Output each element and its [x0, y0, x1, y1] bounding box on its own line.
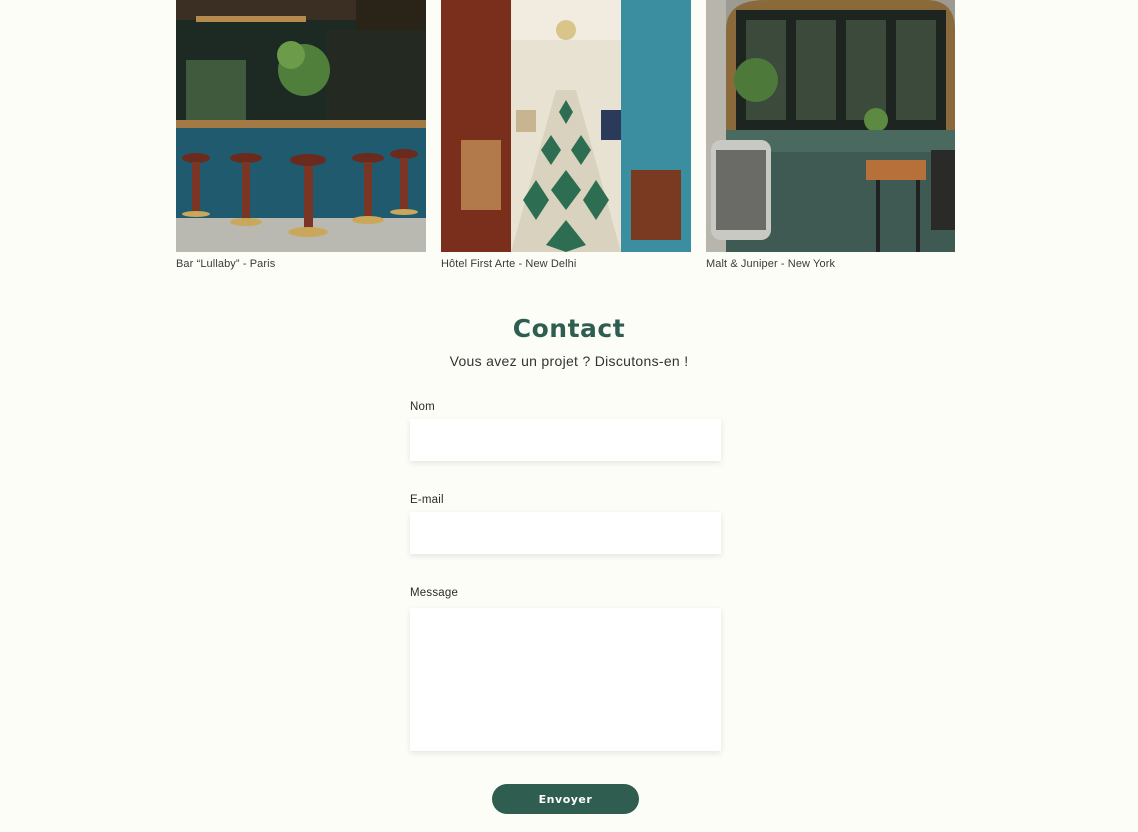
project-gallery: Bar “Lullaby” - Paris Hôtel First Arte -… [176, 0, 956, 280]
gallery-card-malt-juniper[interactable]: Malt & Juniper - New York [706, 0, 955, 270]
gallery-card-bar-lullaby[interactable]: Bar “Lullaby” - Paris [176, 0, 426, 270]
name-input[interactable] [410, 419, 721, 461]
hotel-dining-hall-photo[interactable] [441, 0, 691, 252]
gallery-caption: Malt & Juniper - New York [706, 258, 836, 270]
bar-interior-photo[interactable] [176, 0, 426, 252]
email-field-label: E-mail [410, 494, 444, 506]
contact-title: Contact [512, 314, 626, 343]
hotel-dining-hall-image [441, 0, 691, 252]
bar-terrace-photo[interactable] [706, 0, 955, 252]
bar-terrace-image [706, 0, 955, 252]
message-field-label: Message [410, 587, 459, 599]
bar-interior-image [176, 0, 426, 252]
name-field-label: Nom [410, 401, 435, 413]
gallery-card-hotel-first-arte[interactable]: Hôtel First Arte - New Delhi [441, 0, 691, 270]
contact-subtitle: Vous avez un projet ? Discutons-en ! [449, 353, 689, 369]
gallery-caption: Bar “Lullaby” - Paris [176, 258, 276, 270]
gallery-caption: Hôtel First Arte - New Delhi [441, 258, 577, 270]
message-textarea[interactable] [410, 608, 721, 751]
email-input[interactable] [410, 512, 721, 554]
submit-button[interactable]: Envoyer [492, 784, 639, 814]
